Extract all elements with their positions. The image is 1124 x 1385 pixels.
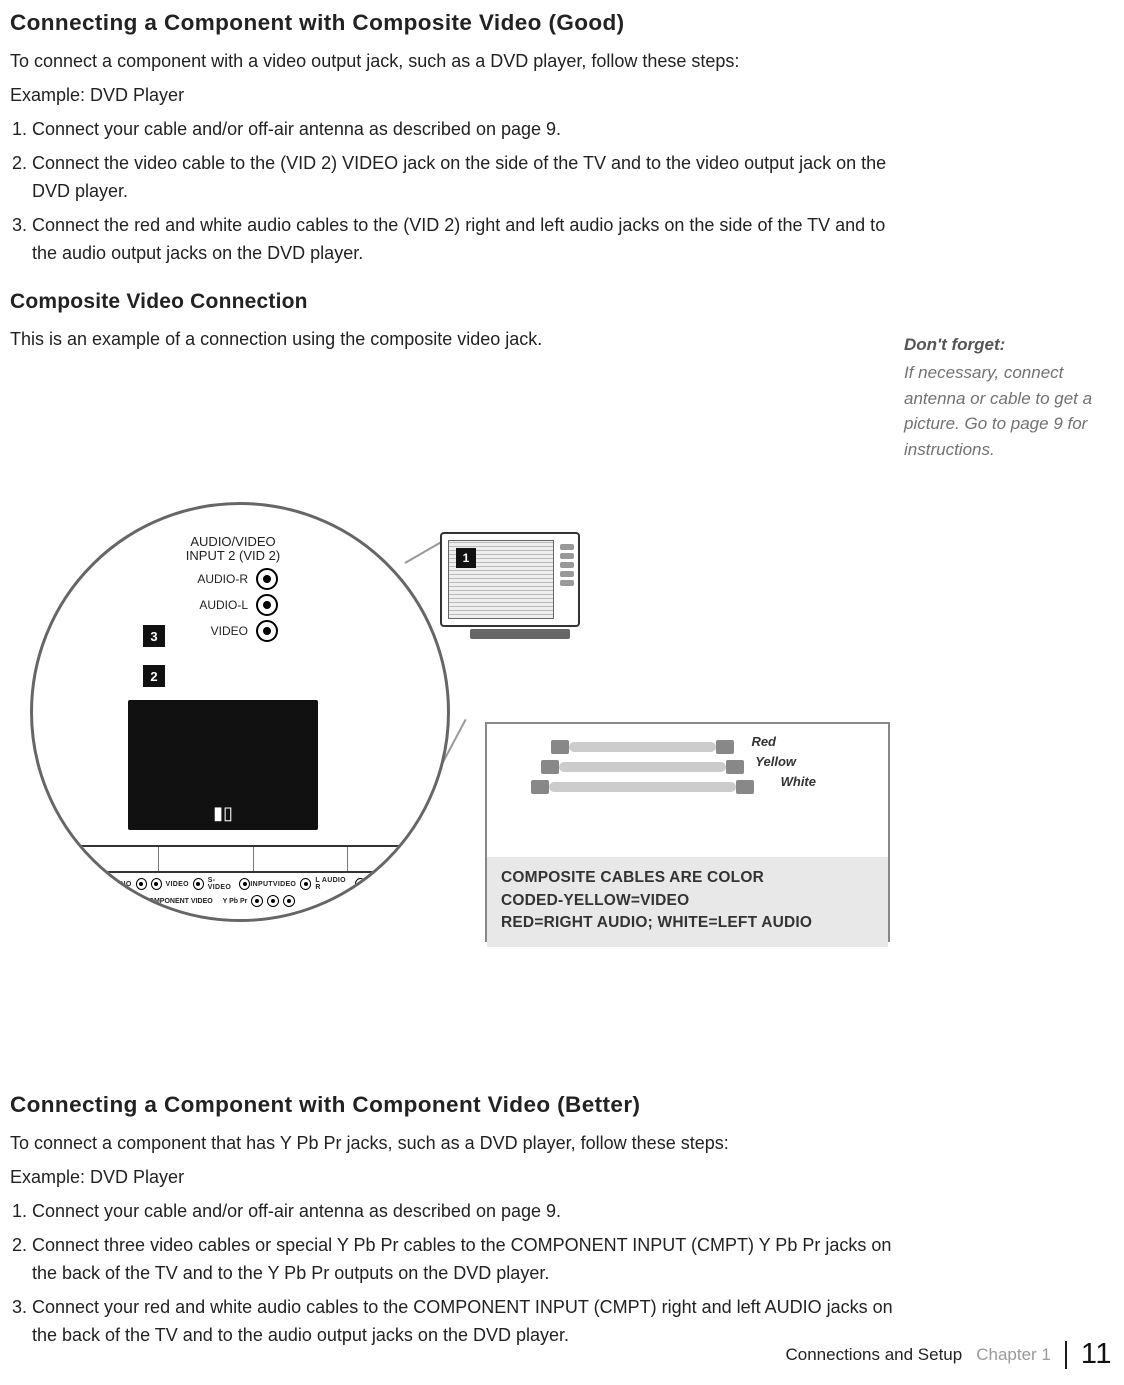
tv-thumbnail: 1: [440, 532, 600, 657]
device-jack: [418, 878, 429, 890]
projection-line: [405, 540, 444, 564]
cable-white: [549, 782, 736, 792]
jack-label-video: VIDEO: [188, 624, 248, 638]
step-badge-2: 2: [143, 665, 165, 687]
footer-section: Connections and Setup: [785, 1345, 962, 1365]
footer-separator: [1065, 1341, 1067, 1369]
section1-step: Connect the video cable to the (VID 2) V…: [32, 150, 912, 206]
sidenote-heading: Don't forget:: [904, 332, 1114, 358]
section1-intro2: Example: DVD Player: [10, 82, 1114, 108]
section2-title: Connecting a Component with Component Vi…: [10, 1092, 1114, 1118]
device-laudio-label: L AUDIO R: [315, 877, 350, 891]
jack-audio-l: [256, 594, 278, 616]
device-video-label: VIDEO: [273, 881, 296, 888]
sidenote-body: If necessary, connect antenna or cable t…: [904, 363, 1092, 459]
device-output-label: OUTPUT: [77, 881, 108, 888]
device-comp-label: COMPONENT VIDEO: [143, 898, 212, 905]
section2-step: Connect your cable and/or off-air antenn…: [32, 1198, 912, 1226]
page-footer: Connections and Setup Chapter 1 11: [785, 1338, 1112, 1371]
magnifier-circle: AUDIO/VIDEO INPUT 2 (VID 2) AUDIO-R AUDI…: [30, 502, 450, 922]
section1-title: Connecting a Component with Composite Vi…: [10, 10, 1114, 36]
section1-steps: Connect your cable and/or off-air antenn…: [10, 116, 1114, 267]
device-jack: [136, 878, 147, 890]
device-jack: [370, 878, 381, 890]
section2-step: Connect your red and white audio cables …: [32, 1294, 912, 1350]
section1-step: Connect the red and white audio cables t…: [32, 212, 912, 268]
dvd-device: OUTPUT AUDIO VIDEO S-VIDEO INPUT VIDEO L…: [63, 845, 443, 922]
cable-label-white: White: [781, 774, 816, 789]
cable-label-yellow: Yellow: [755, 754, 796, 769]
device-audio-label: AUDIO: [108, 881, 132, 888]
jack-video: [256, 620, 278, 642]
step-badge-1: 1: [456, 548, 476, 568]
device-svideo-label: S-VIDEO: [385, 877, 414, 891]
step-badge-3: 3: [143, 625, 165, 647]
jack-label-audio-r: AUDIO-R: [188, 572, 248, 586]
cable-illustration: Red Yellow White: [499, 732, 876, 857]
section2-steps: Connect your cable and/or off-air antenn…: [10, 1198, 1114, 1349]
device-jack: [300, 878, 311, 890]
device-jack: [120, 895, 132, 907]
jack-label-audio-l: AUDIO-L: [188, 598, 248, 612]
section2-intro2: Example: DVD Player: [10, 1164, 1114, 1190]
cable-legend-text: COMPOSITE CABLES ARE COLOR CODED-YELLOW=…: [487, 857, 888, 946]
device-input-label: INPUT: [250, 881, 273, 888]
input-title-l1: AUDIO/VIDEO: [190, 534, 275, 549]
section2-step: Connect three video cables or special Y …: [32, 1232, 912, 1288]
legend-line3: RED=RIGHT AUDIO; WHITE=LEFT AUDIO: [501, 914, 812, 931]
device-video-label: VIDEO: [166, 881, 189, 888]
device-jack: [104, 895, 116, 907]
section1-step: Connect your cable and/or off-air antenn…: [32, 116, 912, 144]
device-ypbpr-label: Y Pb Pr: [223, 898, 248, 905]
input-title: AUDIO/VIDEO INPUT 2 (VID 2): [123, 535, 343, 564]
cable-label-red: Red: [751, 734, 776, 749]
section2-intro1: To connect a component that has Y Pb Pr …: [10, 1130, 1114, 1156]
device-jack: [193, 878, 204, 890]
device-audiolr-label: AUDIO: [77, 898, 100, 905]
cable-red: [569, 742, 716, 752]
cable-legend-box: Red Yellow White COMPOSITE CABLES ARE CO…: [485, 722, 890, 942]
device-jack: [355, 878, 366, 890]
footer-chapter: Chapter 1: [976, 1345, 1051, 1365]
cable-yellow: [559, 762, 726, 772]
device-jack: [283, 895, 295, 907]
section1-intro1: To connect a component with a video outp…: [10, 48, 1114, 74]
subsection-text: This is an example of a connection using…: [10, 326, 904, 352]
composite-diagram: AUDIO/VIDEO INPUT 2 (VID 2) AUDIO-R AUDI…: [10, 472, 1114, 992]
device-jack: [239, 878, 250, 890]
sidenote: Don't forget: If necessary, connect ante…: [904, 332, 1114, 463]
tv-stand: [470, 629, 570, 639]
device-jack: [251, 895, 263, 907]
legend-line1: COMPOSITE CABLES ARE COLOR: [501, 869, 764, 886]
legend-line2: CODED-YELLOW=VIDEO: [501, 892, 689, 909]
input-title-l2: INPUT 2 (VID 2): [186, 548, 280, 563]
device-svideo-label: S-VIDEO: [208, 877, 236, 891]
subsection-title: Composite Video Connection: [10, 290, 1114, 314]
jack-audio-r: [256, 568, 278, 590]
footer-page-number: 11: [1081, 1338, 1112, 1371]
dark-panel: ▮▯: [128, 700, 318, 830]
device-jack: [151, 878, 162, 890]
tv-side-buttons: [560, 544, 574, 586]
device-jack: [267, 895, 279, 907]
